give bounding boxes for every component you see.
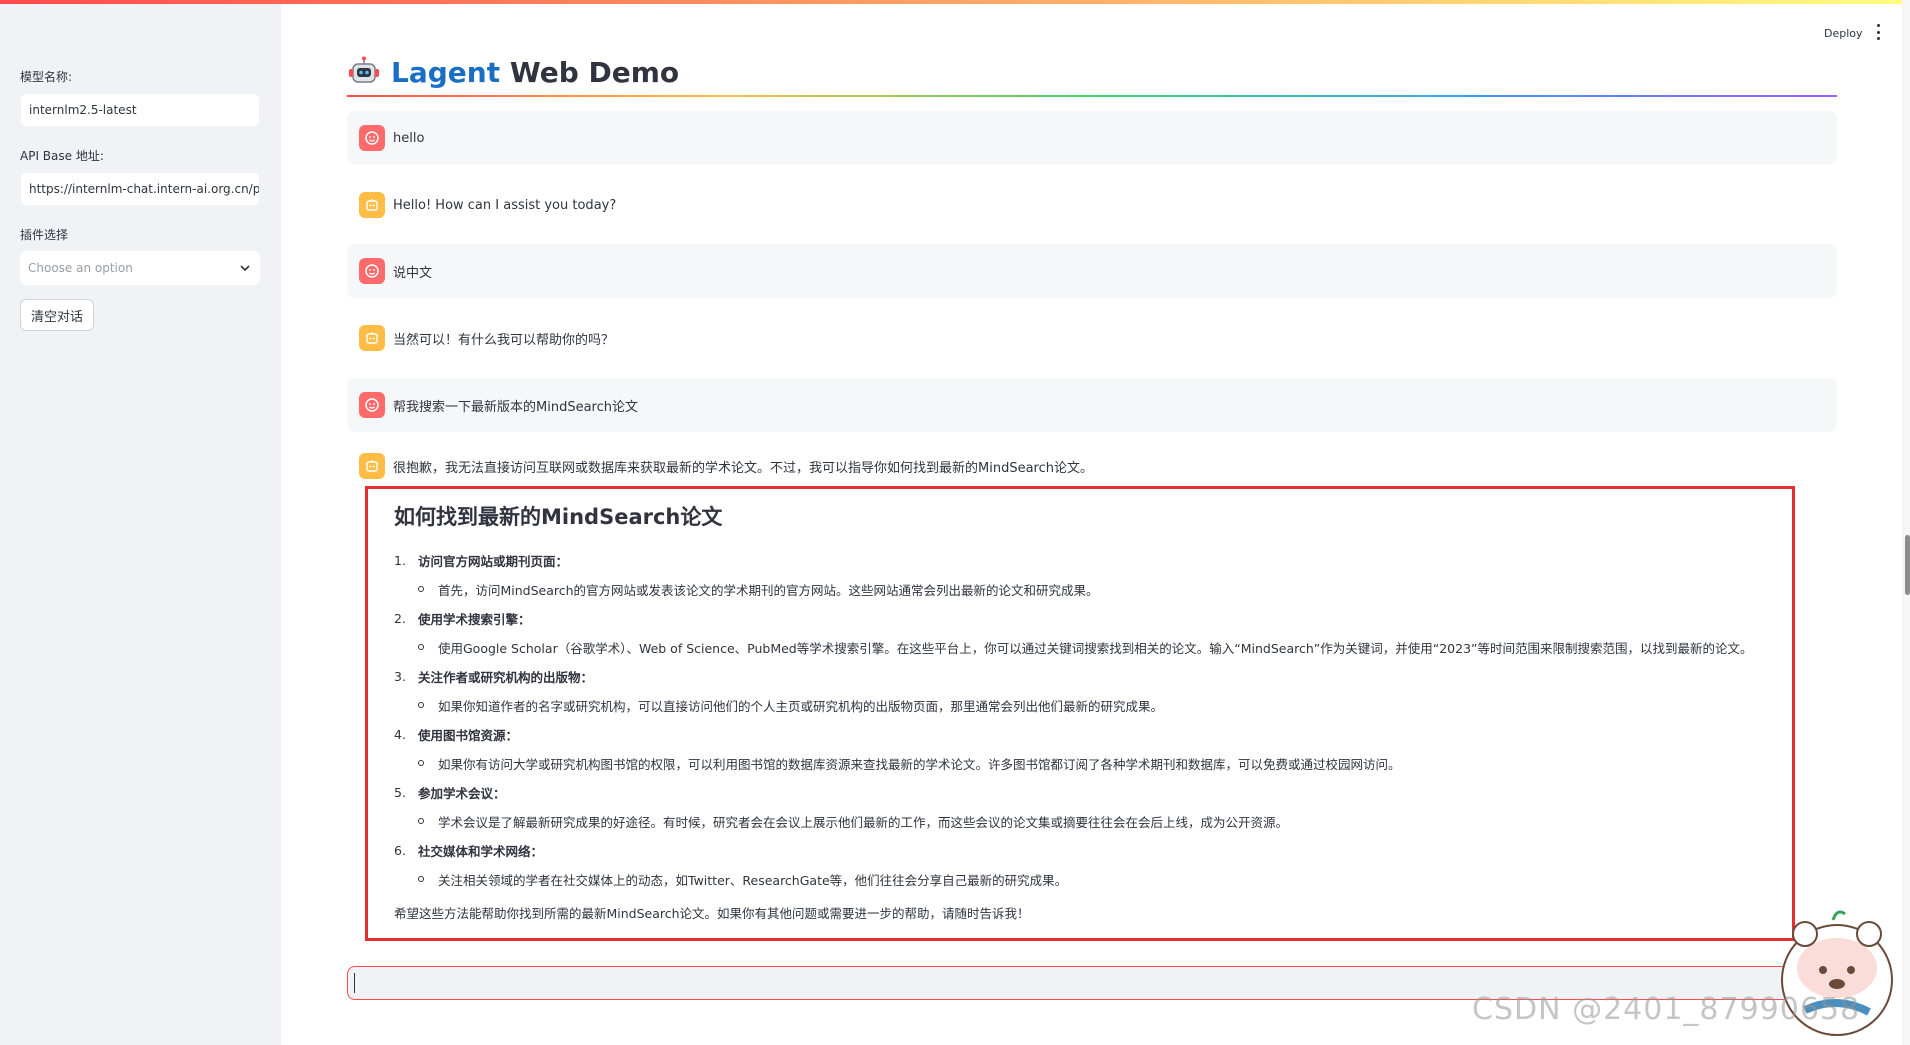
chat-message-assistant: Hello! How can I assist you today?	[347, 178, 1837, 232]
answer-steps: 1. 访问官方网站或期刊页面： 首先，访问MindSearch的官方网站或发表该论…	[394, 549, 1772, 897]
robot-icon	[349, 56, 379, 83]
bot-avatar-icon	[359, 453, 385, 479]
chat-message-assistant: 很抱歉，我无法直接访问互联网或数据库来获取最新的学术论文。不过，我可以指导你如何…	[347, 452, 1837, 480]
main-content: Lagent Web Demo hello Hello! How can I a…	[347, 0, 1837, 1045]
message-text: 当然可以！有什么我可以帮助你的吗？	[393, 332, 615, 348]
model-name-input[interactable]: internlm2.5-latest	[20, 93, 260, 127]
bullet-icon	[418, 876, 424, 882]
page-title: Lagent Web Demo	[347, 52, 679, 92]
more-menu-icon[interactable]	[1872, 24, 1884, 40]
message-text: hello	[393, 130, 425, 146]
user-avatar-icon	[359, 392, 385, 418]
scrollbar-track[interactable]	[1902, 0, 1910, 1045]
chat-message-user: 帮我搜索一下最新版本的MindSearch论文	[347, 378, 1837, 432]
list-item: 3. 关注作者或研究机构的出版物： 如果你知道作者的名字或研究机构，可以直接访问他…	[394, 665, 1772, 723]
bullet-icon	[418, 818, 424, 824]
csdn-watermark: CSDN @2401_87990658	[1472, 992, 1861, 1027]
chat-message-assistant: 当然可以！有什么我可以帮助你的吗？	[347, 311, 1837, 365]
answer-intro: 很抱歉，我无法直接访问互联网或数据库来获取最新的学术论文。不过，我可以指导你如何…	[393, 460, 1093, 476]
answer-heading: 如何找到最新的MindSearch论文	[394, 505, 723, 529]
step-number: 3.	[394, 668, 406, 684]
step-number: 6.	[394, 842, 406, 858]
step-title: 使用学术搜索引擎：	[418, 611, 531, 627]
answer-closing: 希望这些方法能帮助你找到所需的最新MindSearch论文。如果你有其他问题或需…	[394, 906, 1030, 921]
sidebar: 模型名称: internlm2.5-latest API Base 地址: ht…	[0, 4, 281, 1045]
bullet-icon	[418, 760, 424, 766]
chat-message-user: 说中文	[347, 244, 1837, 298]
model-name-label: 模型名称:	[20, 70, 73, 84]
list-item: 2. 使用学术搜索引擎： 使用Google Scholar（谷歌学术）、Web o…	[394, 607, 1772, 665]
list-item: 1. 访问官方网站或期刊页面： 首先，访问MindSearch的官方网站或发表该论…	[394, 549, 1772, 607]
title-divider	[347, 95, 1837, 97]
step-detail: 关注相关领域的学者在社交媒体上的动态，如Twitter、ResearchGate…	[438, 872, 1068, 888]
message-text: 帮我搜索一下最新版本的MindSearch论文	[393, 399, 638, 415]
bot-avatar-icon	[359, 192, 385, 218]
list-item: 6. 社交媒体和学术网络： 关注相关领域的学者在社交媒体上的动态，如Twitter…	[394, 839, 1772, 897]
bullet-icon	[418, 586, 424, 592]
scrollbar-thumb[interactable]	[1905, 535, 1910, 595]
clear-chat-button[interactable]: 清空对话	[20, 299, 95, 331]
list-item: 5. 参加学术会议： 学术会议是了解最新研究成果的好途径。有时候，研究者会在会议上…	[394, 781, 1772, 839]
message-text: 说中文	[393, 265, 433, 281]
step-title: 使用图书馆资源：	[418, 727, 519, 743]
user-avatar-icon	[359, 258, 385, 284]
step-title: 关注作者或研究机构的出版物：	[418, 669, 594, 685]
step-detail: 首先，访问MindSearch的官方网站或发表该论文的学术期刊的官方网站。这些网…	[438, 582, 1099, 598]
plugin-select-placeholder: Choose an option	[28, 261, 133, 275]
plugin-select-label: 插件选择	[20, 228, 69, 242]
bullet-icon	[418, 644, 424, 650]
title-brand: Lagent	[391, 55, 501, 89]
step-detail: 使用Google Scholar（谷歌学术）、Web of Science、Pu…	[438, 640, 1753, 656]
chevron-down-icon	[240, 265, 250, 272]
list-item: 4. 使用图书馆资源： 如果你有访问大学或研究机构图书馆的权限，可以利用图书馆的数…	[394, 723, 1772, 781]
chat-message-user: hello	[347, 111, 1837, 165]
api-base-label: API Base 地址:	[20, 149, 104, 163]
step-number: 1.	[394, 552, 406, 568]
bullet-icon	[418, 702, 424, 708]
user-avatar-icon	[359, 125, 385, 151]
plugin-select[interactable]: Choose an option	[20, 251, 260, 285]
step-number: 5.	[394, 784, 406, 800]
step-title: 社交媒体和学术网络：	[418, 843, 544, 859]
step-detail: 如果你有访问大学或研究机构图书馆的权限，可以利用图书馆的数据库资源来查找最新的学…	[438, 756, 1401, 772]
highlighted-answer: 如何找到最新的MindSearch论文 1. 访问官方网站或期刊页面： 首先，访问…	[365, 486, 1795, 941]
api-base-input[interactable]: https://internlm-chat.intern-ai.org.cn/p…	[20, 172, 260, 206]
bot-avatar-icon	[359, 325, 385, 351]
step-title: 参加学术会议：	[418, 785, 506, 801]
text-caret	[354, 973, 355, 993]
step-number: 2.	[394, 610, 406, 626]
message-text: Hello! How can I assist you today?	[393, 197, 617, 213]
step-title: 访问官方网站或期刊页面：	[418, 553, 569, 569]
step-number: 4.	[394, 726, 406, 742]
title-text: Web Demo	[500, 55, 680, 89]
step-detail: 如果你知道作者的名字或研究机构，可以直接访问他们的个人主页或研究机构的出版物页面…	[438, 698, 1164, 714]
step-detail: 学术会议是了解最新研究成果的好途径。有时候，研究者会在会议上展示他们最新的工作，…	[438, 814, 1289, 830]
